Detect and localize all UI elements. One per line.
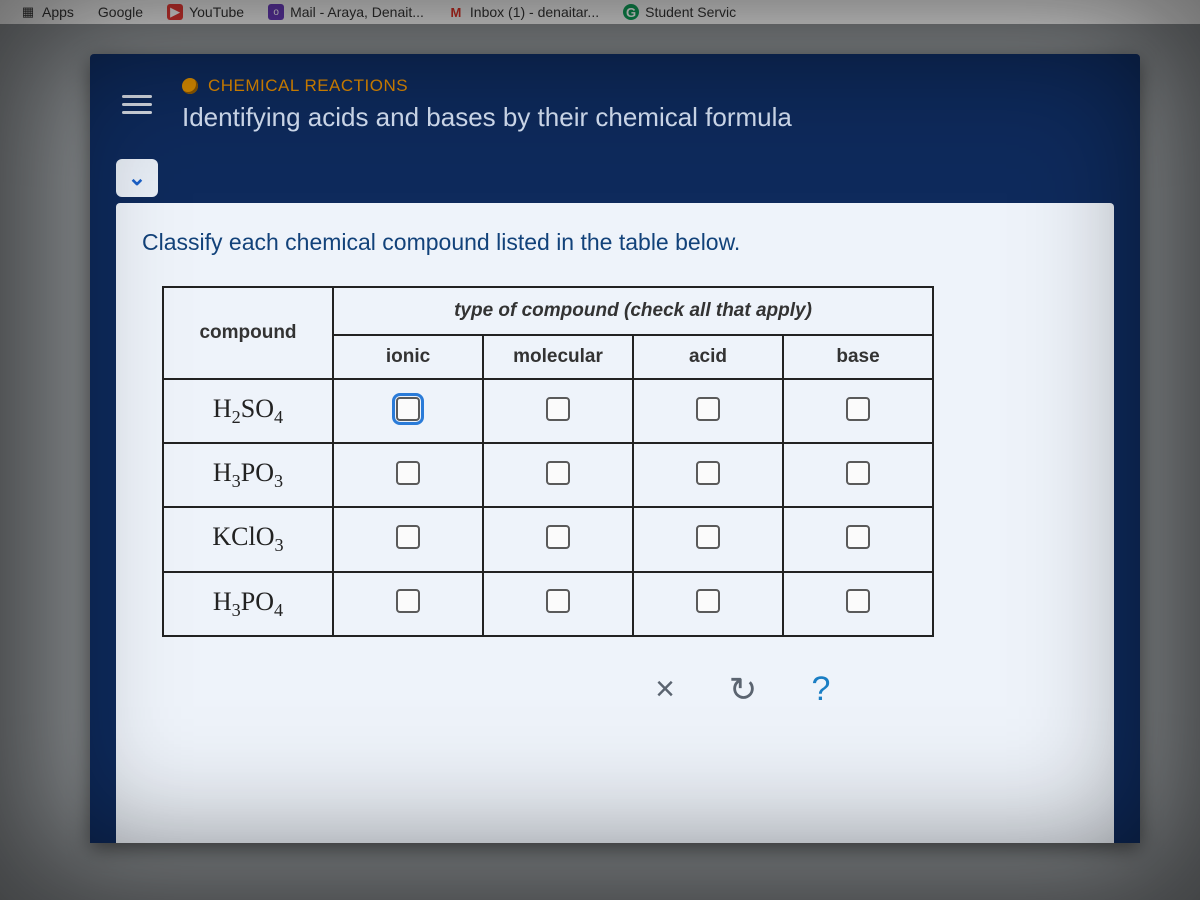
menu-icon[interactable] [118,91,156,118]
compound-table: compound type of compound (check all tha… [162,286,934,637]
question-panel: Classify each chemical compound listed i… [116,203,1114,843]
bookmark-label: Inbox (1) - denaitar... [470,4,599,20]
type-header: type of compound (check all that apply) [333,287,933,335]
checkbox-acid[interactable] [696,461,720,485]
bookmark-apps[interactable]: ▦ Apps [20,4,74,20]
checkbox-ionic[interactable] [396,525,420,549]
checkbox-ionic[interactable] [396,461,420,485]
lesson-header: CHEMICAL REACTIONS Identifying acids and… [90,54,1140,159]
table-row: H3PO4 [163,572,933,636]
col-ionic: ionic [333,335,483,379]
col-acid: acid [633,335,783,379]
clear-button[interactable]: × [642,667,688,713]
table-row: H2SO4 [163,379,933,443]
checkbox-acid[interactable] [696,589,720,613]
table-row: KClO3 [163,507,933,571]
checkbox-molecular[interactable] [546,397,570,421]
help-button[interactable]: ? [798,667,844,713]
bookmark-mail[interactable]: o Mail - Araya, Denait... [268,4,424,20]
bookmark-youtube[interactable]: ▶ YouTube [167,4,244,20]
checkbox-base[interactable] [846,461,870,485]
question-icon: ? [812,670,831,709]
formula-cell: KClO3 [163,507,333,571]
checkbox-ionic[interactable] [396,397,420,421]
checkbox-base[interactable] [846,589,870,613]
table-row: H3PO3 [163,443,933,507]
bookmarks-bar: ▦ Apps Google ▶ YouTube o Mail - Araya, … [0,0,1200,24]
compound-header: compound [163,287,333,379]
table-header-row: compound type of compound (check all tha… [163,287,933,335]
lesson-title: Identifying acids and bases by their che… [182,102,1112,133]
formula-cell: H2SO4 [163,379,333,443]
formula-cell: H3PO4 [163,572,333,636]
checkbox-molecular[interactable] [546,589,570,613]
col-molecular: molecular [483,335,633,379]
checkbox-molecular[interactable] [546,461,570,485]
apps-icon: ▦ [20,4,36,20]
gmail-icon: M [448,4,464,20]
bookmark-label: Student Servic [645,4,736,20]
col-base: base [783,335,933,379]
student-icon: G [623,4,639,20]
reset-icon: ↻ [729,670,758,710]
formula-cell: H3PO3 [163,443,333,507]
chevron-down-icon: ⌄ [128,165,146,191]
checkbox-base[interactable] [846,525,870,549]
bookmark-google[interactable]: Google [98,4,143,20]
content-wrap: ⌄ Classify each chemical compound listed… [90,159,1140,843]
bookmark-student[interactable]: G Student Servic [623,4,736,20]
bookmark-label: Mail - Araya, Denait... [290,4,424,20]
bookmark-inbox[interactable]: M Inbox (1) - denaitar... [448,4,599,20]
action-row: × ↻ ? [642,667,1088,713]
bookmark-label: Google [98,4,143,20]
bookmark-label: YouTube [189,4,244,20]
checkbox-base[interactable] [846,397,870,421]
bookmark-label: Apps [42,4,74,20]
checkbox-molecular[interactable] [546,525,570,549]
lesson-container: CHEMICAL REACTIONS Identifying acids and… [90,54,1140,843]
collapse-button[interactable]: ⌄ [116,159,158,197]
youtube-icon: ▶ [167,4,183,20]
x-icon: × [655,670,675,709]
checkbox-acid[interactable] [696,525,720,549]
checkbox-acid[interactable] [696,397,720,421]
mail-icon: o [268,4,284,20]
title-block: CHEMICAL REACTIONS Identifying acids and… [182,76,1112,133]
subject-icon [182,78,198,94]
reset-button[interactable]: ↻ [720,667,766,713]
instruction-text: Classify each chemical compound listed i… [142,229,1088,256]
checkbox-ionic[interactable] [396,589,420,613]
subject-label: CHEMICAL REACTIONS [208,76,408,96]
